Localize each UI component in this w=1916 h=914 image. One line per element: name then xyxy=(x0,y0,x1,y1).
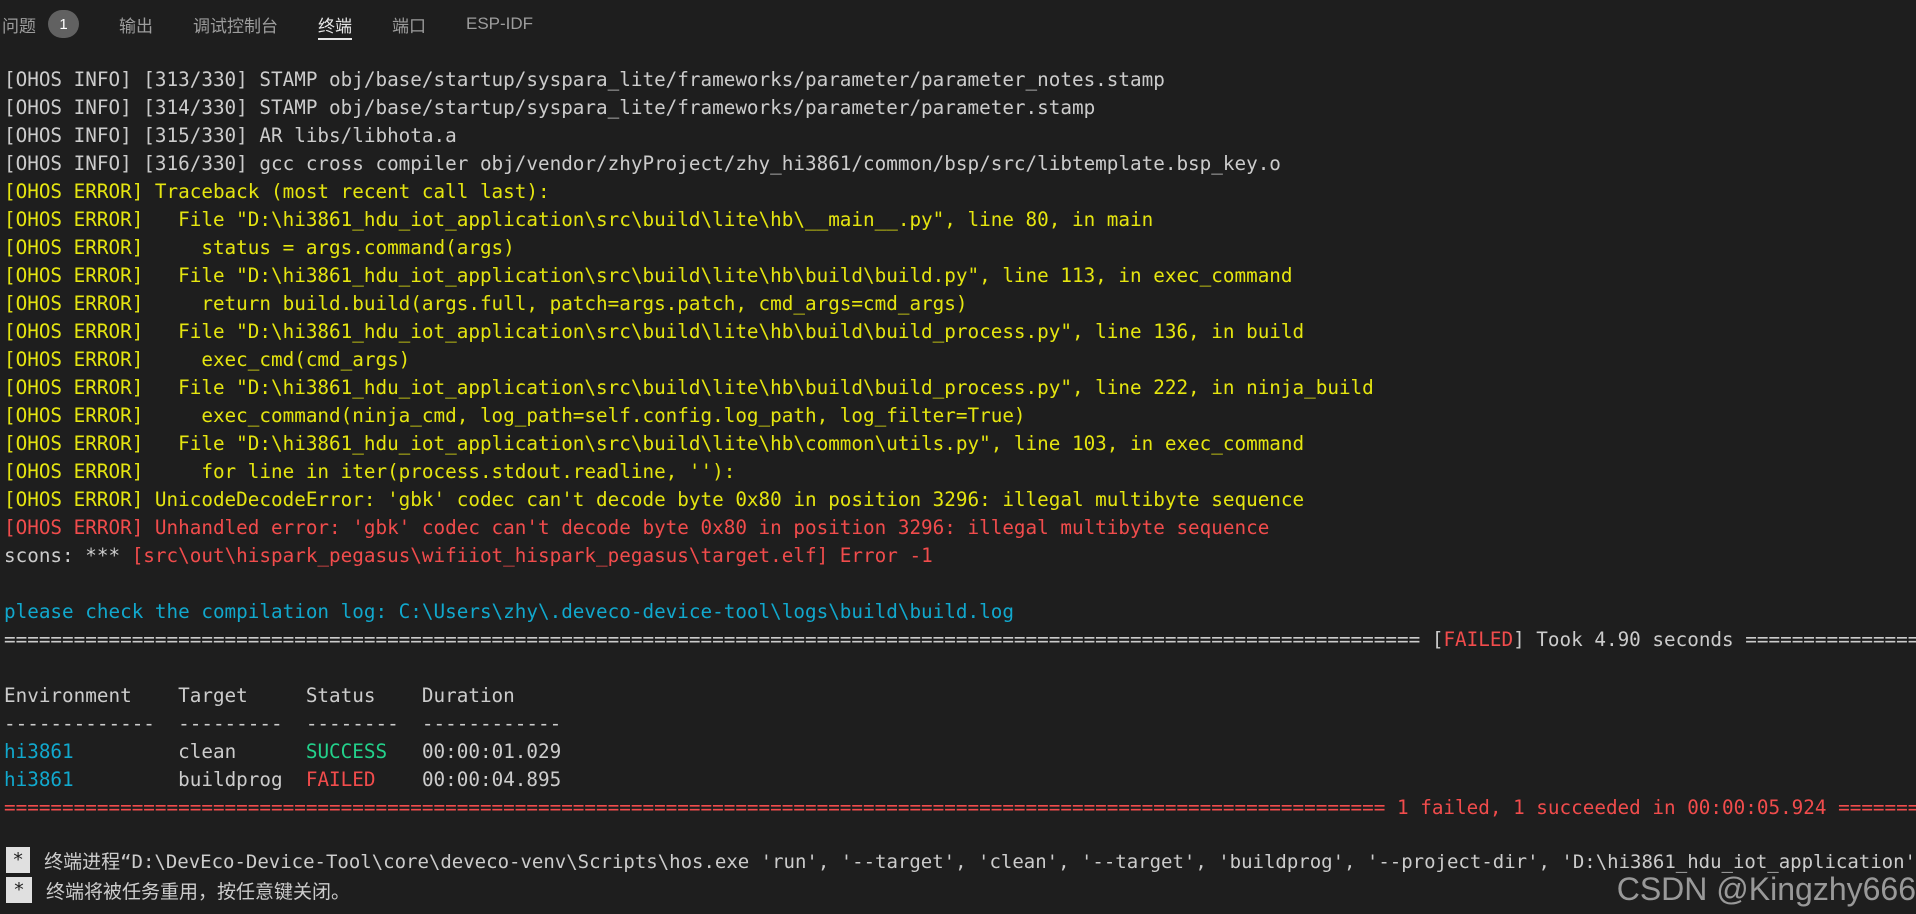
problems-count-badge: 1 xyxy=(48,10,79,38)
tab-terminal[interactable]: 终端 xyxy=(298,0,372,48)
separator-right: ] Took 4.90 seconds ====================… xyxy=(1513,628,1916,651)
table-rule: ------------- --------- -------- -------… xyxy=(4,712,562,735)
scons-error-text: [src\out\hispark_pegasus\wifiiot_hispark… xyxy=(131,544,933,567)
panel-tab-bar: 问题 1 输出 调试控制台 终端 端口 ESP-IDF xyxy=(0,0,1916,48)
tab-output[interactable]: 输出 xyxy=(99,0,173,48)
failed-status-word: FAILED xyxy=(1443,628,1514,651)
terminal-line: [OHOS ERROR] File "D:\hi3861_hdu_iot_app… xyxy=(4,376,1374,399)
terminal-output[interactable]: [OHOS INFO] [313/330] STAMP obj/base/sta… xyxy=(4,66,1916,914)
tab-problems-label: 问题 xyxy=(2,16,36,36)
terminal-line: [OHOS ERROR] UnicodeDecodeError: 'gbk' c… xyxy=(4,488,1305,511)
terminal-line: [OHOS ERROR] File "D:\hi3861_hdu_iot_app… xyxy=(4,264,1293,287)
tab-esp-idf-label: ESP-IDF xyxy=(466,14,534,33)
terminal-line: [OHOS INFO] [314/330] STAMP obj/base/sta… xyxy=(4,96,1096,119)
terminal-line: [OHOS ERROR] Traceback (most recent call… xyxy=(4,180,550,203)
table-row: hi3861 buildprog FAILED 00:00:04.895 xyxy=(4,766,1916,794)
terminal-line: [OHOS INFO] [315/330] AR libs/libhota.a xyxy=(4,124,457,147)
footer-reuse-text: 终端将被任务重用，按任意键关闭。 xyxy=(46,880,351,903)
failed-separator-line: ========================================… xyxy=(4,626,1916,654)
terminal-footer-message: * 终端进程“D:\DevEco-Device-Tool\core\deveco… xyxy=(0,845,1916,914)
separator-left: ========================================… xyxy=(4,628,1444,651)
tab-problems[interactable]: 问题 1 xyxy=(0,0,99,48)
terminal-line: [OHOS ERROR] exec_cmd(cmd_args) xyxy=(4,348,411,371)
summary-line: ========================================… xyxy=(4,796,1916,819)
tab-terminal-label: 终端 xyxy=(318,16,352,36)
footer-process-text: 终端进程“D:\DevEco-Device-Tool\core\deveco-v… xyxy=(44,850,1916,873)
scons-prefix: scons: *** xyxy=(4,544,132,567)
terminal-line: [OHOS ERROR] exec_command(ninja_cmd, log… xyxy=(4,404,1026,427)
terminal-line: [OHOS ERROR] status = args.command(args) xyxy=(4,236,515,259)
terminal-line: [OHOS ERROR] Unhandled error: 'gbk' code… xyxy=(4,516,1270,539)
terminal-line: [OHOS ERROR] return build.build(args.ful… xyxy=(4,292,968,315)
row-environment: hi3861 xyxy=(4,768,74,791)
row-status: SUCCESS xyxy=(305,740,388,763)
tab-ports[interactable]: 端口 xyxy=(372,0,446,48)
asterisk-icon: * xyxy=(6,847,31,873)
tab-output-label: 输出 xyxy=(119,16,153,36)
row-target: clean xyxy=(178,740,237,763)
terminal-line: [OHOS ERROR] for line in iter(process.st… xyxy=(4,460,736,483)
tab-debug-console-label: 调试控制台 xyxy=(193,16,278,36)
terminal-line: [OHOS ERROR] File "D:\hi3861_hdu_iot_app… xyxy=(4,320,1305,343)
table-header: Environment Target Status Duration xyxy=(4,684,515,707)
tab-ports-label: 端口 xyxy=(392,16,426,36)
check-log-line: please check the compilation log: C:\Use… xyxy=(4,600,1014,623)
row-duration: 00:00:01.029 xyxy=(421,740,562,763)
terminal-line: [OHOS ERROR] File "D:\hi3861_hdu_iot_app… xyxy=(4,432,1305,455)
row-duration: 00:00:04.895 xyxy=(421,768,562,791)
terminal-line: [OHOS INFO] [313/330] STAMP obj/base/sta… xyxy=(4,68,1165,91)
row-environment: hi3861 xyxy=(4,740,74,763)
watermark: CSDN @Kingzhy666 xyxy=(1616,871,1916,907)
row-target: buildprog xyxy=(178,768,283,791)
terminal-line: [OHOS ERROR] File "D:\hi3861_hdu_iot_app… xyxy=(4,208,1154,231)
scons-error-line: scons: *** [src\out\hispark_pegasus\wifi… xyxy=(4,542,1916,570)
row-status: FAILED xyxy=(305,768,376,791)
table-row: hi3861 clean SUCCESS 00:00:01.029 xyxy=(4,738,1916,766)
tab-debug-console[interactable]: 调试控制台 xyxy=(173,0,298,48)
terminal-line: [OHOS INFO] [316/330] gcc cross compiler… xyxy=(4,152,1281,175)
tab-esp-idf[interactable]: ESP-IDF xyxy=(446,0,553,48)
asterisk-icon: * xyxy=(6,877,32,903)
